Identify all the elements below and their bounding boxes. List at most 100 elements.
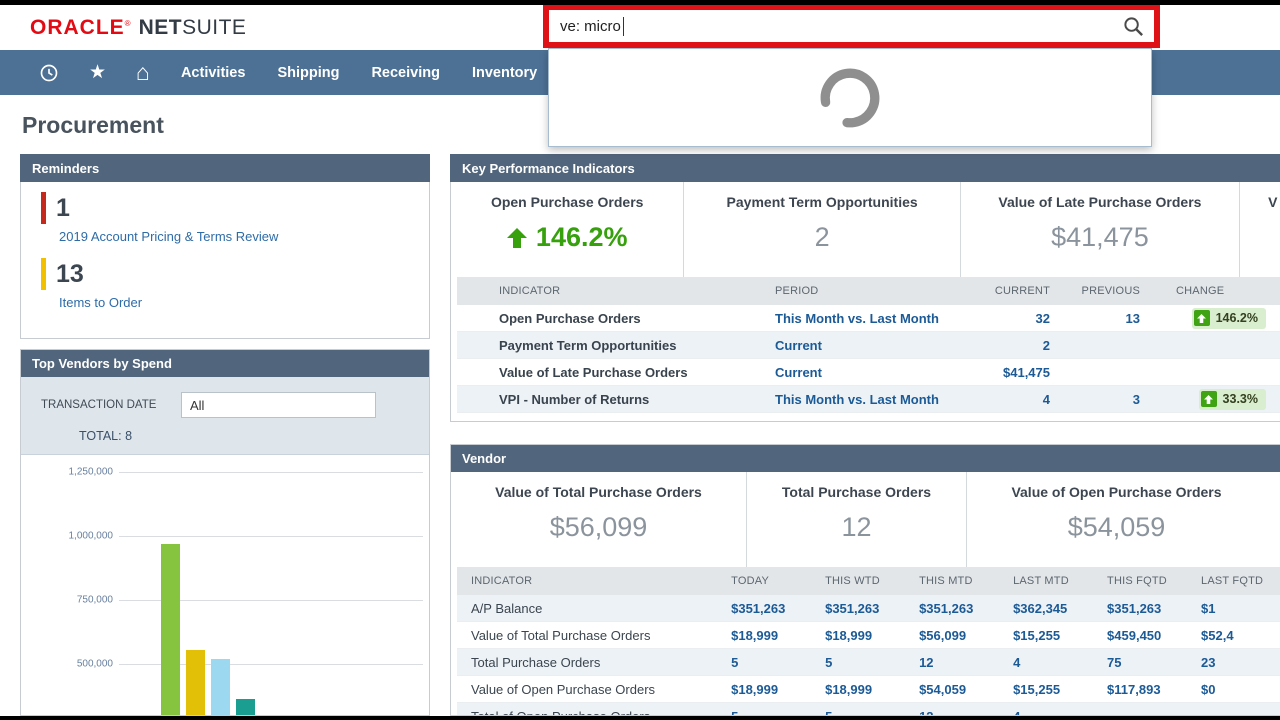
value-cell[interactable]: $1 — [1199, 601, 1280, 616]
vendor-summary-value[interactable]: $54,059 — [967, 512, 1266, 543]
vendor-title: Vendor — [462, 451, 506, 466]
period-cell[interactable]: Current — [775, 338, 965, 353]
kpi-summary: Open Purchase Orders 146.2% Payment Term… — [451, 182, 1280, 277]
vendor-summary-label: Total Purchase Orders — [747, 484, 966, 500]
reminders-body: 1 2019 Account Pricing & Terms Review 13… — [21, 182, 429, 338]
page-title: Procurement — [22, 112, 164, 139]
kpi-summary-value[interactable]: 146.2% — [451, 222, 683, 253]
letterbox-top — [0, 0, 1280, 5]
kpi-summary-value-text: 146.2% — [536, 222, 628, 253]
kpi-summary-value[interactable]: 2 — [684, 222, 959, 253]
indicator-cell: Open Purchase Orders — [457, 311, 775, 326]
search-results-dropdown — [548, 48, 1152, 147]
vendor-portlet-header[interactable]: Vendor — [450, 444, 1280, 472]
col-this-fqtd: THIS FQTD — [1105, 575, 1199, 587]
value-cell[interactable]: $56,099 — [917, 628, 1011, 643]
vendor-table-header: INDICATOR TODAY THIS WTD THIS MTD LAST M… — [457, 567, 1280, 595]
current-cell[interactable]: 4 — [965, 392, 1050, 407]
top-vendors-bar-chart: 1,250,000 1,000,000 750,000 500,000 — [21, 455, 429, 715]
value-cell[interactable]: 75 — [1105, 655, 1199, 670]
value-cell[interactable]: $52,4 — [1199, 628, 1280, 643]
value-cell[interactable]: 12 — [917, 709, 1011, 717]
registered-mark: ® — [125, 19, 131, 28]
y-axis-tick: 500,000 — [21, 659, 113, 670]
vendor-summary-value-text: $54,059 — [1068, 512, 1166, 543]
value-cell[interactable]: 23 — [1199, 655, 1280, 670]
recent-records-icon[interactable] — [24, 63, 74, 83]
reminder-item[interactable]: 13 Items to Order — [41, 258, 429, 310]
oracle-netsuite-logo[interactable]: ORACLE®NETSUITE — [30, 16, 246, 40]
previous-cell[interactable]: 3 — [1050, 392, 1140, 407]
period-cell[interactable]: This Month vs. Last Month — [775, 311, 965, 326]
vendor-summary-total-count: Total Purchase Orders 12 — [746, 472, 966, 567]
home-icon[interactable]: ⌂ — [121, 59, 165, 86]
current-cell[interactable]: 2 — [965, 338, 1050, 353]
kpi-table-row: Value of Late Purchase Orders Current $4… — [457, 359, 1280, 386]
transaction-date-select[interactable]: All — [181, 392, 376, 418]
kpi-summary-value[interactable]: $41,475 — [961, 222, 1239, 253]
search-button[interactable] — [1113, 15, 1154, 38]
nav-item-activities[interactable]: Activities — [165, 50, 261, 95]
value-cell[interactable]: $459,450 — [1105, 628, 1199, 643]
vendor-summary-total-value: Value of Total Purchase Orders $56,099 — [451, 472, 746, 567]
value-cell[interactable]: $351,263 — [1105, 601, 1199, 616]
value-cell[interactable]: $18,999 — [729, 682, 823, 697]
previous-cell[interactable]: 13 — [1050, 311, 1140, 326]
badge-up-arrow-icon — [1194, 310, 1210, 326]
top-vendors-portlet-header[interactable]: Top Vendors by Spend — [20, 349, 430, 377]
value-cell[interactable]: $362,345 — [1011, 601, 1105, 616]
value-cell[interactable]: $54,059 — [917, 682, 1011, 697]
value-cell[interactable]: $0 — [1199, 682, 1280, 697]
kpi-summary-value-text: $41,475 — [1051, 222, 1149, 253]
nav-item-shipping[interactable]: Shipping — [261, 50, 355, 95]
period-cell[interactable]: This Month vs. Last Month — [775, 392, 965, 407]
reminders-portlet-header[interactable]: Reminders — [20, 154, 430, 182]
nav-item-receiving[interactable]: Receiving — [355, 50, 456, 95]
vendor-summary-value[interactable]: $56,099 — [451, 512, 746, 543]
reminder-item[interactable]: 1 2019 Account Pricing & Terms Review — [41, 192, 429, 244]
reminder-link[interactable]: 2019 Account Pricing & Terms Review — [59, 229, 429, 244]
vendor-portlet: Vendor Value of Total Purchase Orders $5… — [450, 444, 1280, 716]
value-cell[interactable]: $117,893 — [1105, 682, 1199, 697]
value-cell[interactable]: 4 — [1011, 655, 1105, 670]
chart-bar[interactable] — [211, 659, 230, 715]
indicator-cell: A/P Balance — [457, 601, 729, 616]
kpi-table-row: Payment Term Opportunities Current 2 — [457, 332, 1280, 359]
vendor-summary-value[interactable]: 12 — [747, 512, 966, 543]
indicator-cell: Value of Open Purchase Orders — [457, 682, 729, 697]
nav-item-inventory[interactable]: Inventory — [456, 50, 553, 95]
value-cell[interactable]: $15,255 — [1011, 682, 1105, 697]
indicator-cell: Payment Term Opportunities — [457, 338, 775, 353]
chart-bar[interactable] — [161, 544, 180, 715]
kpi-title: Key Performance Indicators — [462, 161, 635, 176]
change-value: 33.3% — [1223, 392, 1258, 406]
value-cell[interactable]: 5 — [729, 655, 823, 670]
value-cell[interactable]: $15,255 — [1011, 628, 1105, 643]
value-cell[interactable]: $18,999 — [729, 628, 823, 643]
chart-bar[interactable] — [186, 650, 205, 715]
current-cell[interactable]: $41,475 — [965, 365, 1050, 380]
value-cell[interactable]: $351,263 — [823, 601, 917, 616]
value-cell[interactable]: $351,263 — [729, 601, 823, 616]
vendor-summary-label: Value of Total Purchase Orders — [451, 484, 746, 500]
reminder-link[interactable]: Items to Order — [59, 295, 429, 310]
logo-net: NET — [139, 16, 183, 39]
value-cell[interactable]: 5 — [729, 709, 823, 717]
value-cell[interactable]: 12 — [917, 655, 1011, 670]
y-axis-tick: 1,000,000 — [21, 531, 113, 542]
value-cell[interactable]: 4 — [1011, 709, 1105, 717]
value-cell[interactable]: $18,999 — [823, 628, 917, 643]
top-vendors-title: Top Vendors by Spend — [32, 356, 172, 371]
value-cell[interactable]: $18,999 — [823, 682, 917, 697]
current-cell[interactable]: 32 — [965, 311, 1050, 326]
value-cell[interactable]: 5 — [823, 709, 917, 717]
value-cell[interactable]: $351,263 — [917, 601, 1011, 616]
chart-bar[interactable] — [236, 699, 255, 715]
value-cell[interactable]: 5 — [823, 655, 917, 670]
indicator-cell: Total of Open Purchase Orders — [457, 709, 729, 717]
period-cell[interactable]: Current — [775, 365, 965, 380]
shortcuts-star-icon[interactable]: ★ — [74, 61, 121, 84]
y-axis-tick: 750,000 — [21, 595, 113, 606]
kpi-portlet-header[interactable]: Key Performance Indicators — [450, 154, 1280, 182]
search-input[interactable]: ve: micro — [549, 10, 1113, 42]
